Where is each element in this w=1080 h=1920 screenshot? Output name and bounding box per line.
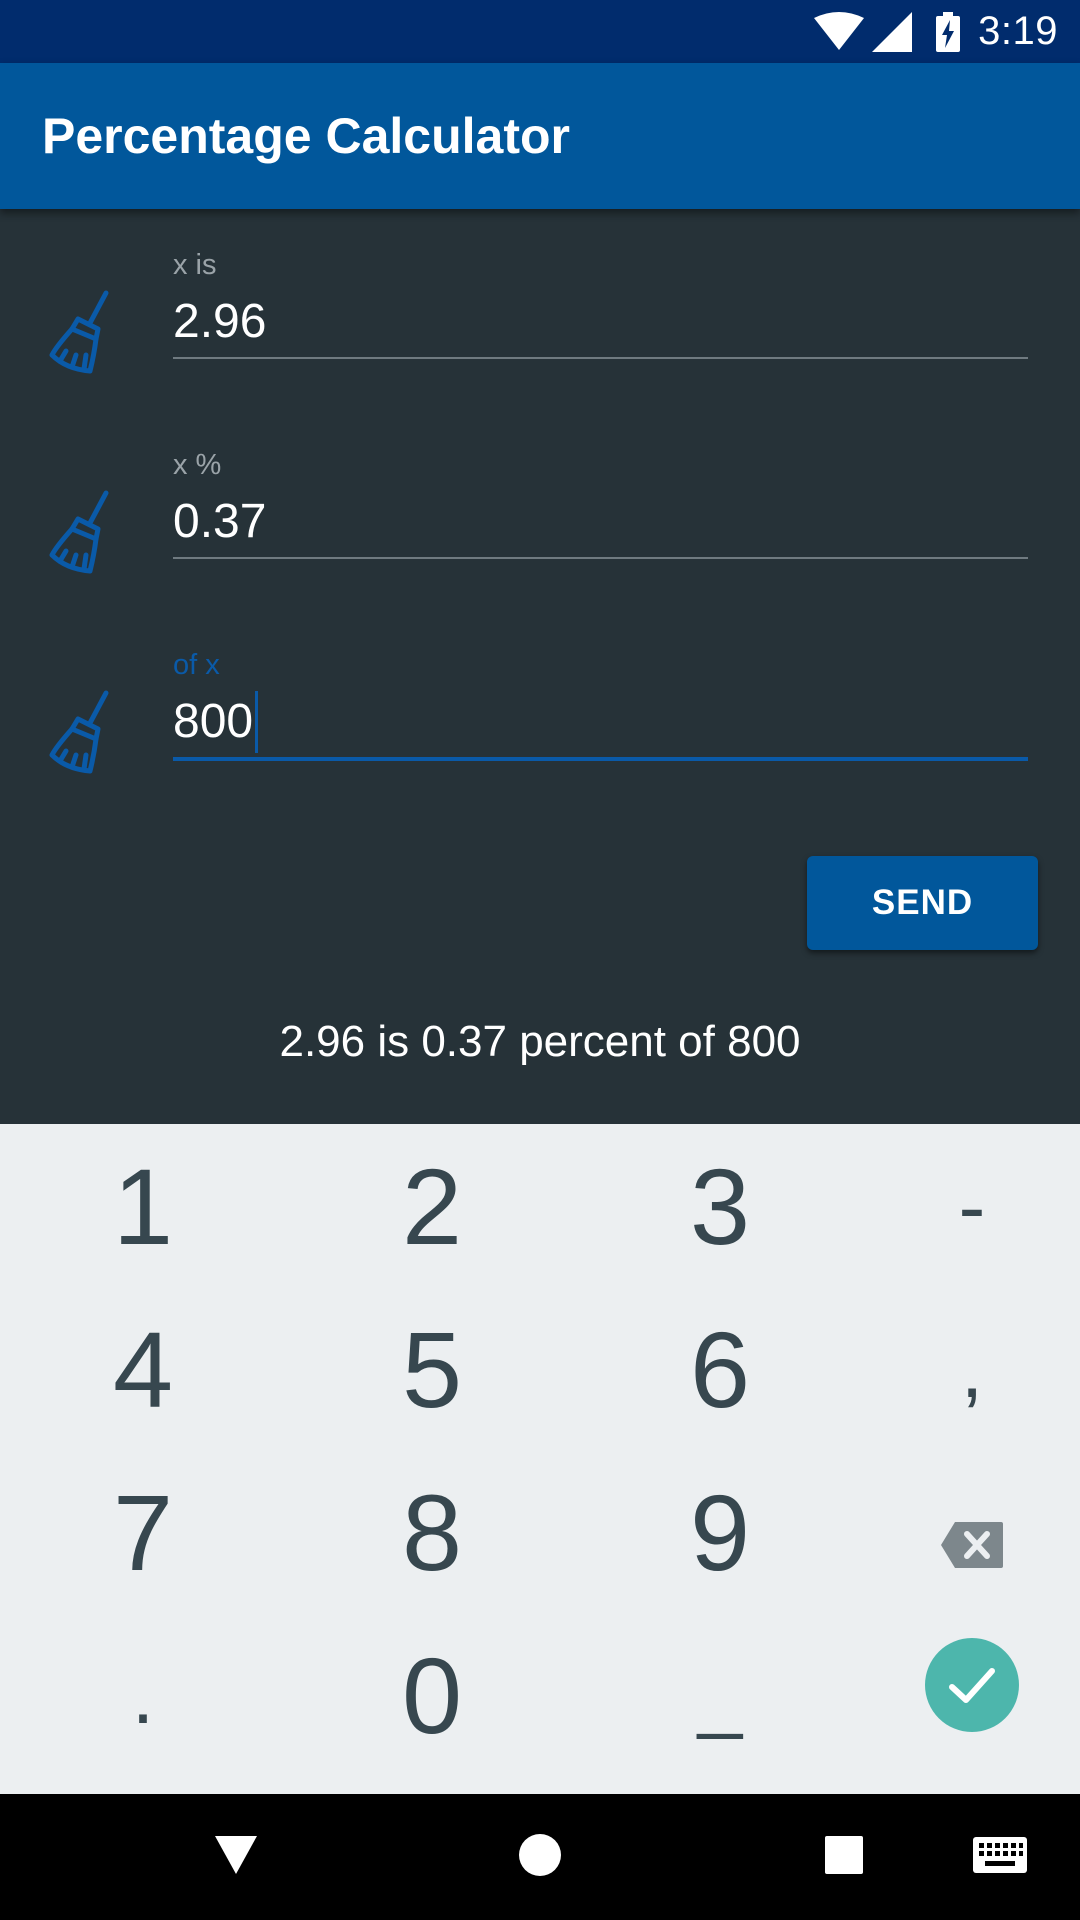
backspace-icon bbox=[939, 1470, 1005, 1595]
key-8[interactable]: 8 bbox=[297, 1450, 567, 1615]
field-of-x: of x 800 bbox=[0, 649, 1080, 819]
key-2[interactable]: 2 bbox=[297, 1124, 567, 1289]
x-is-input[interactable]: 2.96 bbox=[173, 287, 1028, 359]
field-label: x % bbox=[173, 449, 222, 481]
done-key[interactable] bbox=[837, 1613, 1080, 1778]
main-content: x is 2.96 x % 0.37 of x 800 SEND 2.96 is… bbox=[0, 209, 1080, 1124]
broom-clear-icon[interactable] bbox=[48, 689, 118, 775]
text-cursor bbox=[255, 691, 259, 753]
recents-button[interactable] bbox=[804, 1794, 884, 1920]
field-label: x is bbox=[173, 249, 217, 281]
key-comma[interactable]: , bbox=[837, 1287, 1080, 1452]
key-underscore[interactable]: _ bbox=[585, 1613, 855, 1778]
key-minus[interactable]: - bbox=[837, 1124, 1080, 1289]
send-button[interactable]: SEND bbox=[807, 856, 1038, 950]
backspace-key[interactable] bbox=[837, 1450, 1080, 1615]
field-x-is: x is 2.96 bbox=[0, 249, 1080, 419]
key-3[interactable]: 3 bbox=[585, 1124, 855, 1289]
back-triangle-icon bbox=[213, 1834, 259, 1881]
field-x-percent: x % 0.37 bbox=[0, 449, 1080, 619]
wifi-icon bbox=[814, 11, 865, 52]
input-value: 0.37 bbox=[173, 495, 267, 548]
battery-charging-icon bbox=[936, 11, 961, 52]
of-x-input[interactable]: 800 bbox=[173, 687, 1028, 761]
navigation-bar bbox=[0, 1794, 1080, 1920]
key-9[interactable]: 9 bbox=[585, 1450, 855, 1615]
keyboard-switch-button[interactable] bbox=[960, 1794, 1040, 1920]
key-5[interactable]: 5 bbox=[297, 1287, 567, 1452]
input-value: 2.96 bbox=[173, 295, 267, 348]
x-percent-input[interactable]: 0.37 bbox=[173, 487, 1028, 559]
back-button[interactable] bbox=[196, 1794, 276, 1920]
key-6[interactable]: 6 bbox=[585, 1287, 855, 1452]
recents-square-icon bbox=[824, 1835, 864, 1880]
app-bar: Percentage Calculator bbox=[0, 63, 1080, 209]
input-value: 800 bbox=[173, 695, 254, 748]
key-period[interactable]: . bbox=[8, 1613, 278, 1778]
clock: 3:19 bbox=[978, 9, 1058, 53]
app-title: Percentage Calculator bbox=[42, 108, 570, 164]
home-button[interactable] bbox=[500, 1794, 580, 1920]
key-7[interactable]: 7 bbox=[8, 1450, 278, 1615]
key-1[interactable]: 1 bbox=[8, 1124, 278, 1289]
key-4[interactable]: 4 bbox=[8, 1287, 278, 1452]
status-bar: 3:19 bbox=[0, 0, 1080, 63]
key-0[interactable]: 0 bbox=[297, 1613, 567, 1778]
broom-clear-icon[interactable] bbox=[48, 289, 118, 375]
numeric-keyboard: 1 2 3 - 4 5 6 , 7 8 9 . 0 _ bbox=[0, 1124, 1080, 1794]
home-circle-icon bbox=[518, 1833, 562, 1882]
result-text: 2.96 is 0.37 percent of 800 bbox=[279, 1017, 801, 1066]
broom-clear-icon[interactable] bbox=[48, 489, 118, 575]
checkmark-icon bbox=[924, 1633, 1020, 1758]
field-label: of x bbox=[173, 649, 220, 681]
keyboard-icon bbox=[973, 1836, 1027, 1878]
signal-icon bbox=[872, 11, 913, 52]
